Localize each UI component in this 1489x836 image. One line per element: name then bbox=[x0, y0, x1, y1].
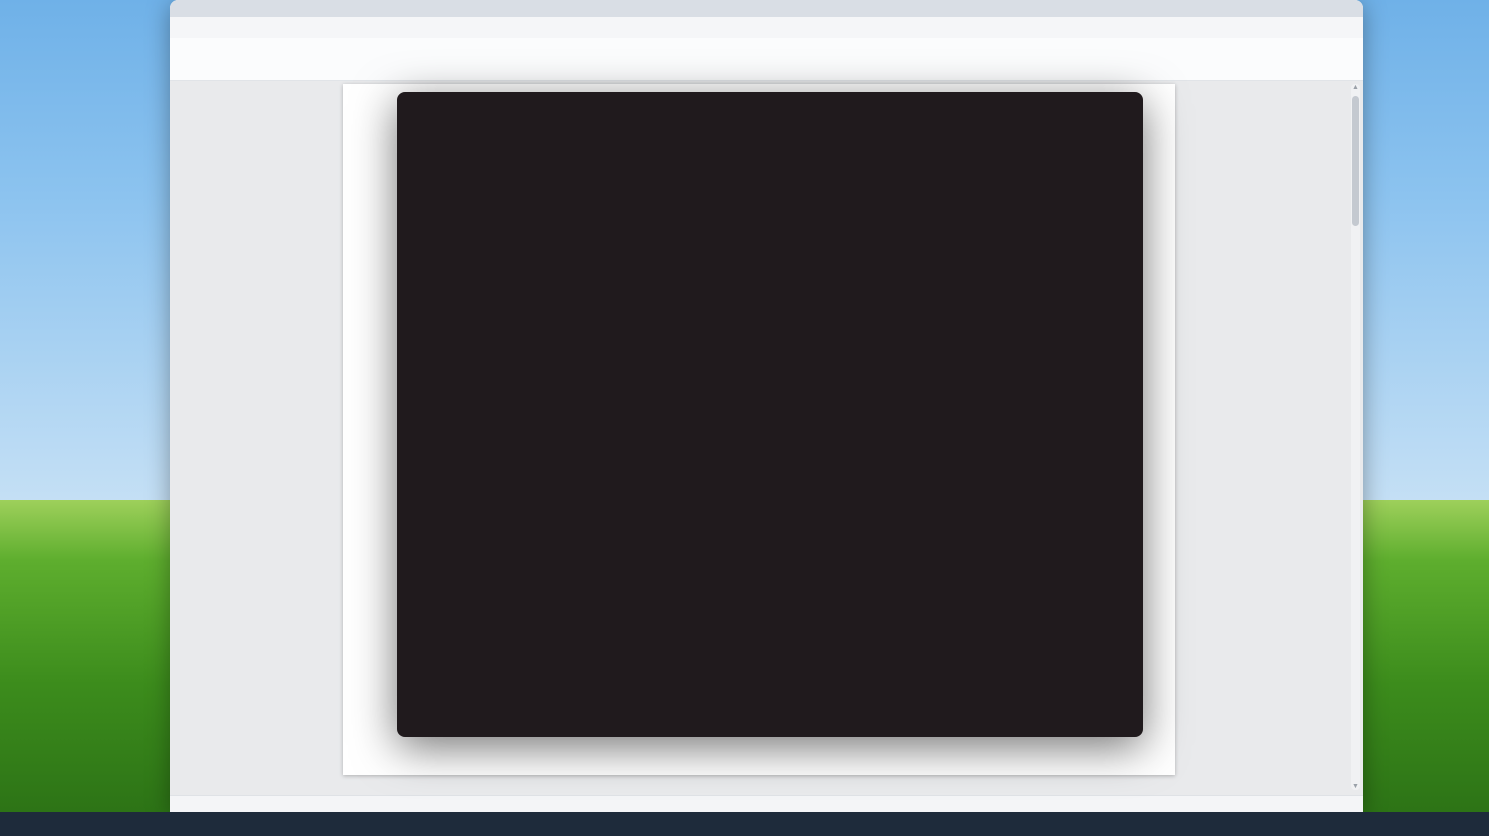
wps-tab-bar bbox=[170, 0, 1363, 17]
wps-toolbar bbox=[170, 38, 1363, 81]
document-scrollbar[interactable]: ▲ ▼ bbox=[1351, 84, 1360, 790]
taskbar bbox=[0, 812, 1489, 836]
wps-status-bar bbox=[170, 795, 1363, 812]
app-title-bar bbox=[397, 92, 1143, 122]
wind-turbines bbox=[1368, 235, 1488, 665]
wps-menu-row bbox=[170, 17, 1363, 38]
live-companion-window bbox=[397, 92, 1143, 737]
